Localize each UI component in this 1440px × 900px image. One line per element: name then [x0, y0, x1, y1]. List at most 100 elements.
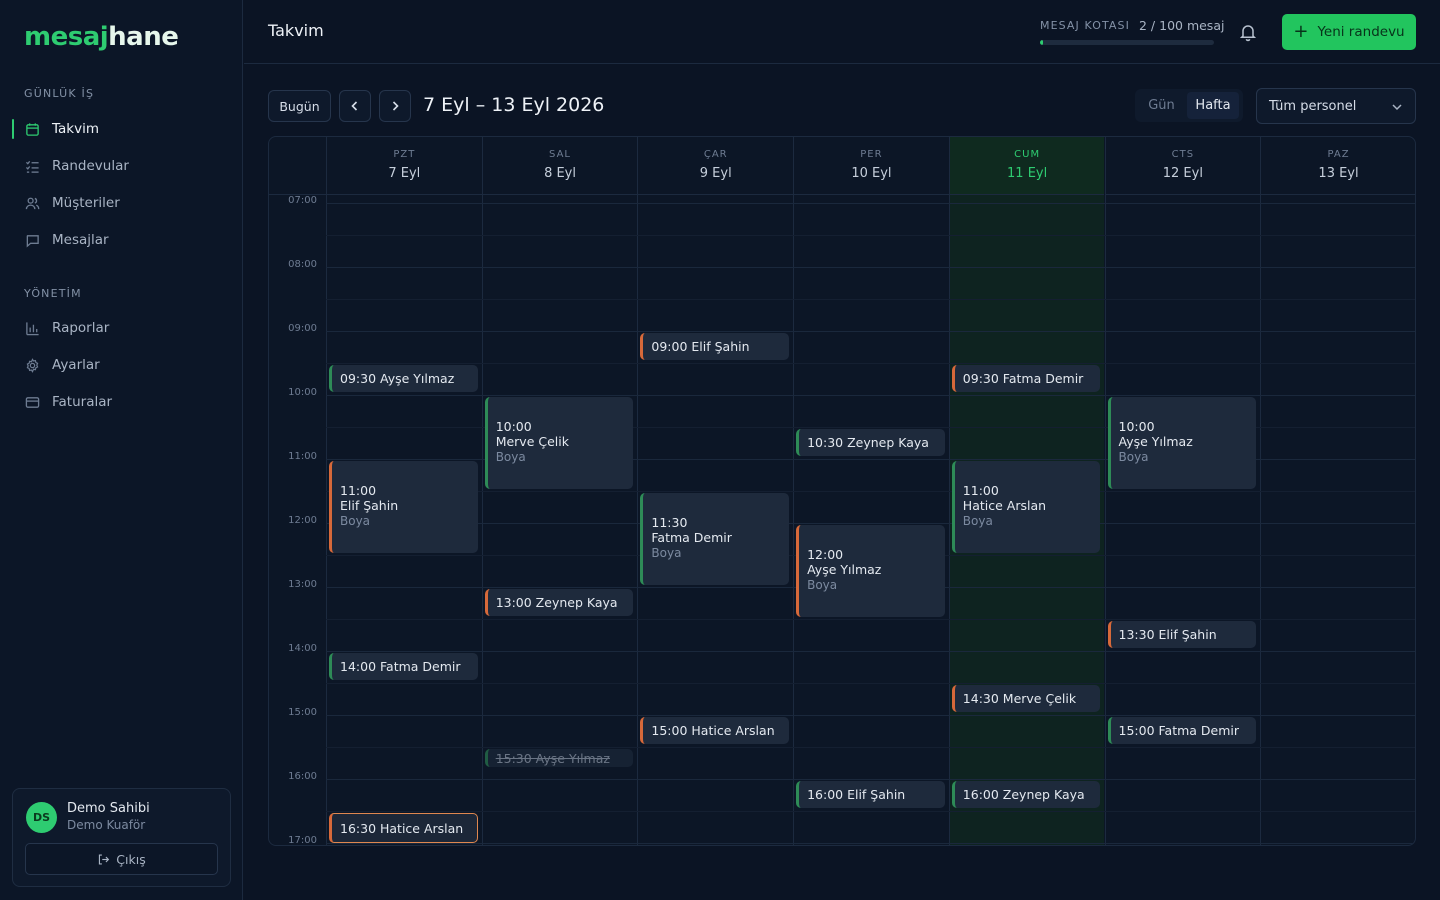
- event-service: Boya: [340, 514, 371, 528]
- sidebar-item-label: Müşteriler: [52, 195, 120, 211]
- brand-logo[interactable]: mesajhane: [24, 20, 179, 54]
- sidebar-item-label: Mesajlar: [52, 232, 109, 248]
- sidebar-item-faturalar[interactable]: Faturalar: [12, 385, 231, 419]
- quota-label: MESAJ KOTASI: [1040, 19, 1130, 32]
- appointment-event[interactable]: 16:00 Elif Şahin: [796, 781, 945, 808]
- day-header[interactable]: SAL 8 Eyl: [481, 137, 638, 195]
- appointment-event[interactable]: 09:00 Elif Şahin: [640, 333, 790, 360]
- event-customer: Ayşe Yılmaz: [1118, 434, 1193, 449]
- message-icon: [24, 232, 40, 248]
- day-name: ÇAR: [703, 149, 728, 160]
- logo-part-hane: hane: [108, 22, 179, 52]
- day-header[interactable]: PER 10 Eyl: [793, 137, 949, 195]
- hour-label: 15:00: [288, 707, 317, 718]
- appointment-event[interactable]: 14:30 Merve Çelik: [951, 685, 1101, 712]
- page-title: Takvim: [268, 21, 324, 40]
- half-hour-line: [326, 299, 1415, 300]
- appointment-event[interactable]: 11:30 Fatma Demir Boya: [640, 493, 790, 585]
- event-title: 14:00 Fatma Demir: [340, 659, 461, 674]
- view-day-option[interactable]: Gün: [1139, 92, 1184, 119]
- prev-week-button[interactable]: [339, 90, 371, 122]
- appointment-event[interactable]: 15:00 Fatma Demir: [1107, 717, 1257, 744]
- half-hour-line: [326, 235, 1415, 236]
- appointment-event[interactable]: 10:00 Merve Çelik Boya: [484, 397, 634, 489]
- half-hour-line: [326, 683, 1415, 684]
- week-calendar: PZT 7 Eyl SAL 8 Eyl ÇAR 9 Eyl PER 10 Eyl CUM 11 E…: [268, 136, 1416, 846]
- sidebar-item-label: Takvim: [52, 121, 99, 137]
- bell-icon[interactable]: [1238, 22, 1258, 42]
- hour-line: [326, 203, 1415, 204]
- sidebar-item-mesajlar[interactable]: Mesajlar: [12, 223, 231, 257]
- view-week-option[interactable]: Hafta: [1187, 92, 1239, 119]
- half-hour-line: [326, 619, 1415, 620]
- appointment-event[interactable]: 14:00 Fatma Demir: [329, 653, 478, 680]
- appointment-event[interactable]: 11:00 Elif Şahin Boya: [329, 461, 478, 553]
- sidebar-item-takvim[interactable]: Takvim: [12, 112, 231, 146]
- appointment-event[interactable]: 09:30 Ayşe Yılmaz: [329, 365, 478, 392]
- hour-line: [326, 715, 1415, 716]
- hour-line: [326, 331, 1415, 332]
- new-appointment-button[interactable]: + Yeni randevu: [1282, 14, 1416, 50]
- gear-icon: [24, 357, 40, 373]
- today-button[interactable]: Bugün: [268, 90, 331, 122]
- event-customer: Hatice Arslan: [962, 498, 1047, 513]
- event-service: Boya: [651, 546, 682, 560]
- event-title: 10:30 Zeynep Kaya: [807, 435, 929, 450]
- next-week-button[interactable]: [379, 90, 411, 122]
- sidebar: mesajhane GÜNLÜK İŞ Takvim Randevular Mü…: [0, 0, 243, 900]
- logout-button[interactable]: Çıkış: [25, 843, 218, 875]
- event-time: 11:00: [962, 483, 999, 498]
- event-time: 11:00: [340, 483, 377, 498]
- appointment-event[interactable]: 16:30 Hatice Arslan: [329, 813, 478, 843]
- hour-label: 11:00: [288, 451, 317, 462]
- hour-line: [326, 267, 1415, 268]
- day-date: 11 Eyl: [1007, 166, 1048, 181]
- day-date: 10 Eyl: [851, 166, 892, 181]
- sidebar-item-label: Faturalar: [52, 394, 113, 410]
- appointment-event[interactable]: 10:00 Ayşe Yılmaz Boya: [1107, 397, 1257, 489]
- avatar[interactable]: DS: [26, 802, 57, 833]
- appointment-event[interactable]: 15:30 Ayşe Yılmaz: [484, 749, 634, 767]
- event-service: Boya: [1118, 450, 1149, 464]
- day-header[interactable]: PZT 7 Eyl: [326, 137, 482, 195]
- sidebar-item-musteriler[interactable]: Müşteriler: [12, 186, 231, 220]
- calendar-corner: [269, 137, 326, 195]
- calendar-icon: [24, 121, 40, 137]
- event-title: 13:30 Elif Şahin: [1118, 627, 1217, 642]
- list-check-icon: [24, 158, 40, 174]
- hour-line: [326, 395, 1415, 396]
- appointment-event[interactable]: 13:00 Zeynep Kaya: [484, 589, 634, 616]
- chevron-down-icon: [1392, 104, 1402, 111]
- event-service: Boya: [495, 450, 526, 464]
- day-header[interactable]: CTS 12 Eyl: [1104, 137, 1261, 195]
- staff-filter-select[interactable]: Tüm personel: [1256, 88, 1416, 124]
- day-header[interactable]: PAZ 13 Eyl: [1260, 137, 1415, 195]
- sidebar-item-raporlar[interactable]: Raporlar: [12, 311, 231, 345]
- date-range-title: 7 Eyl – 13 Eyl 2026: [423, 94, 605, 116]
- day-header[interactable]: ÇAR 9 Eyl: [637, 137, 794, 195]
- hour-line: [326, 843, 1415, 844]
- day-header[interactable]: CUM 11 Eyl: [948, 137, 1105, 195]
- appointment-event[interactable]: 11:00 Hatice Arslan Boya: [951, 461, 1101, 553]
- appointment-event[interactable]: 15:00 Hatice Arslan: [640, 717, 790, 744]
- nav-section-admin: YÖNETİM: [24, 287, 82, 300]
- appointment-event[interactable]: 13:30 Elif Şahin: [1107, 621, 1257, 648]
- appointment-event[interactable]: 10:30 Zeynep Kaya: [796, 429, 945, 456]
- half-hour-line: [326, 363, 1415, 364]
- hour-label: 07:00: [288, 195, 317, 206]
- logout-icon: [99, 853, 110, 865]
- sidebar-item-label: Raporlar: [52, 320, 110, 336]
- hour-label: 13:00: [288, 579, 317, 590]
- appointment-event[interactable]: 09:30 Fatma Demir: [951, 365, 1101, 392]
- bar-chart-icon: [24, 320, 40, 336]
- event-service: Boya: [807, 578, 838, 592]
- appointment-event[interactable]: 12:00 Ayşe Yılmaz Boya: [796, 525, 945, 617]
- appointment-event[interactable]: 16:00 Zeynep Kaya: [951, 781, 1101, 808]
- day-name: SAL: [549, 149, 571, 160]
- day-date: 7 Eyl: [388, 166, 421, 181]
- sidebar-item-ayarlar[interactable]: Ayarlar: [12, 348, 231, 382]
- quota-value: 2 / 100 mesaj: [1139, 18, 1225, 33]
- sidebar-item-randevular[interactable]: Randevular: [12, 149, 231, 183]
- event-title: 14:30 Merve Çelik: [962, 691, 1077, 706]
- event-title: 15:30 Ayşe Yılmaz: [495, 750, 610, 766]
